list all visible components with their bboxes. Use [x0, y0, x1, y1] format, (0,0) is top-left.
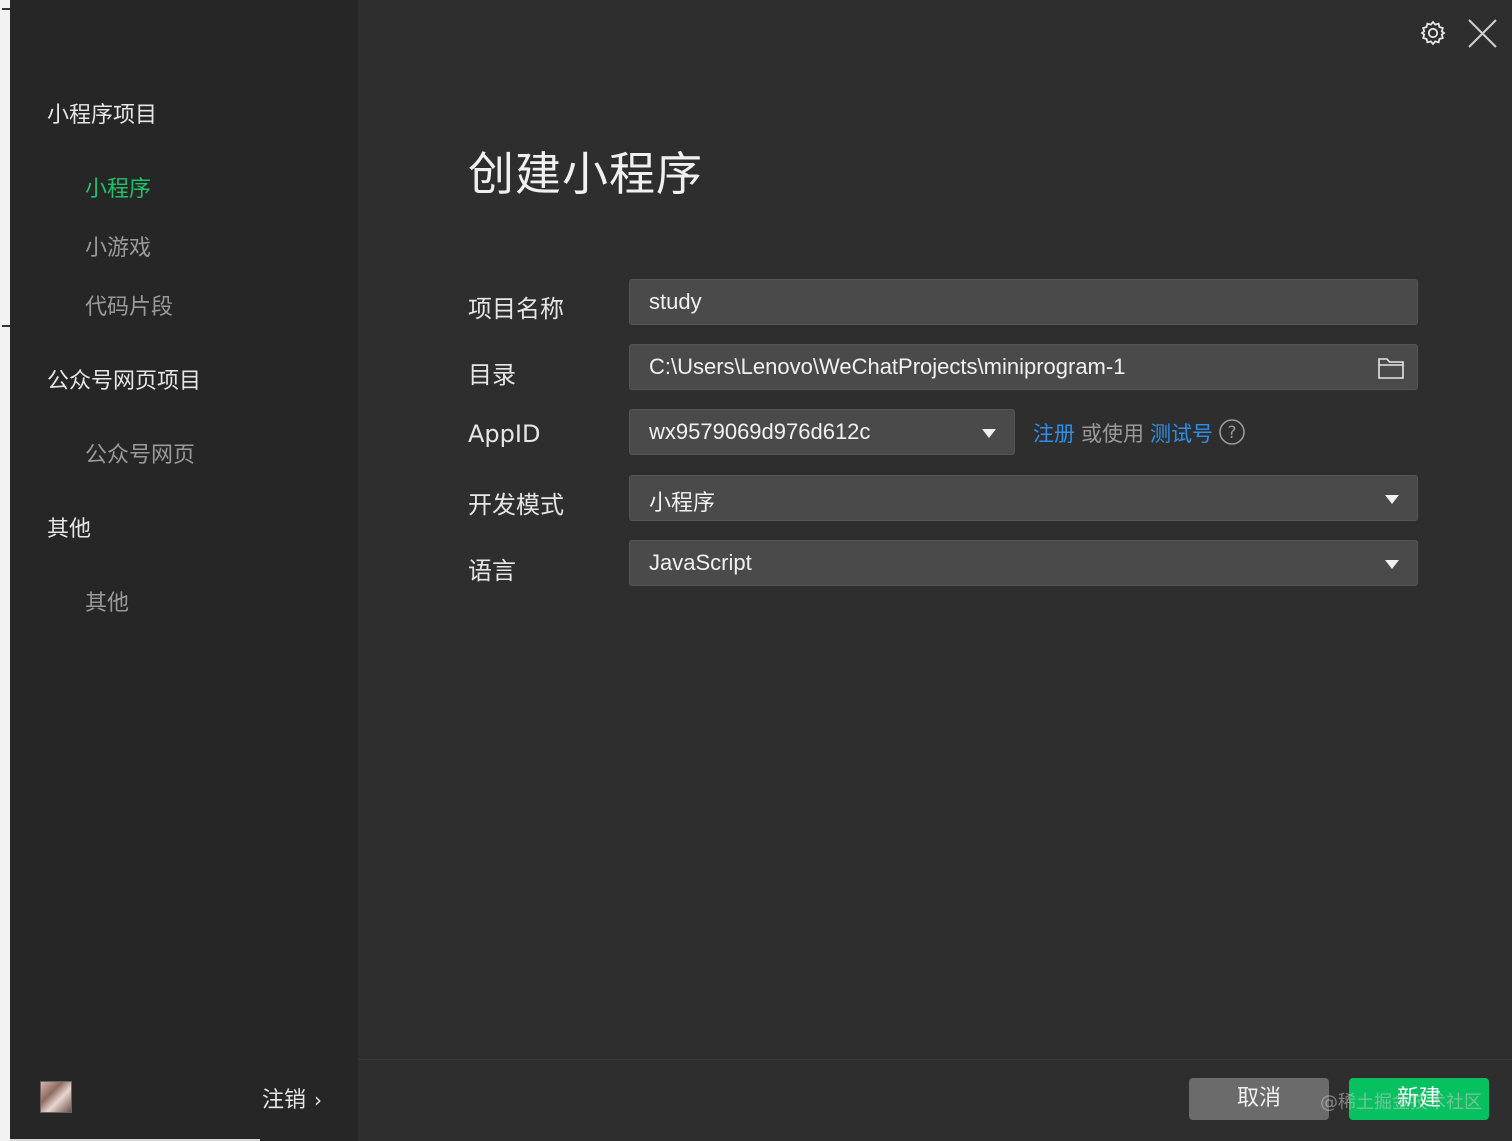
background-window-sliver — [0, 0, 10, 1141]
directory-label: 目录 — [468, 361, 516, 389]
project-name-value: study — [649, 289, 702, 314]
language-label: 语言 — [468, 557, 516, 585]
sidebar: 小程序项目 小程序 小游戏 代码片段 公众号网页项目 公众号网页 其他 其他 注… — [10, 0, 358, 1141]
background-fragment — [2, 8, 10, 10]
sidebar-item-minigame[interactable]: 小游戏 — [85, 230, 151, 262]
logout-button[interactable]: 注销 › — [262, 1082, 322, 1114]
avatar[interactable] — [40, 1081, 72, 1113]
create-miniprogram-dialog: 小程序项目 小程序 小游戏 代码片段 公众号网页项目 公众号网页 其他 其他 注… — [0, 0, 1512, 1141]
register-link[interactable]: 注册 — [1033, 422, 1075, 446]
create-button[interactable]: 新建 — [1349, 1078, 1489, 1120]
dev-mode-value: 小程序 — [649, 491, 716, 516]
sidebar-group-other: 其他 — [47, 517, 92, 542]
logout-label: 注销 — [262, 1088, 307, 1113]
sidebar-item-code-snippet[interactable]: 代码片段 — [85, 289, 173, 321]
appid-label: AppID — [468, 420, 541, 448]
directory-input[interactable]: C:\Users\Lenovo\WeChatProjects\miniprogr… — [629, 344, 1418, 390]
chevron-down-icon — [1385, 495, 1399, 504]
sidebar-group-official-account-web-projects: 公众号网页项目 — [47, 369, 202, 394]
chevron-down-icon — [1385, 560, 1399, 569]
background-fragment — [2, 325, 10, 327]
chevron-right-icon: › — [314, 1088, 323, 1112]
close-icon[interactable] — [1465, 16, 1499, 50]
dev-mode-select[interactable]: 小程序 — [629, 475, 1418, 521]
directory-value: C:\Users\Lenovo\WeChatProjects\miniprogr… — [649, 354, 1126, 379]
gear-icon[interactable] — [1416, 16, 1450, 50]
chevron-down-icon — [982, 429, 996, 438]
sidebar-group-miniprogram-projects: 小程序项目 — [47, 103, 158, 128]
language-value: JavaScript — [649, 550, 752, 575]
folder-icon[interactable] — [1377, 355, 1405, 381]
page-title: 创建小程序 — [468, 147, 703, 201]
appid-value: wx9579069d976d612c — [649, 419, 871, 444]
test-account-link[interactable]: 测试号 — [1150, 422, 1213, 446]
or-use-text: 或使用 — [1081, 422, 1144, 446]
language-select[interactable]: JavaScript — [629, 540, 1418, 586]
appid-links: 注册 或使用 测试号 — [1033, 418, 1213, 448]
cancel-button[interactable]: 取消 — [1189, 1078, 1329, 1120]
project-name-input[interactable]: study — [629, 279, 1418, 325]
help-icon[interactable]: ? — [1218, 418, 1246, 446]
sidebar-item-official-account-web[interactable]: 公众号网页 — [85, 437, 195, 469]
dev-mode-label: 开发模式 — [468, 491, 564, 519]
sidebar-item-miniprogram[interactable]: 小程序 — [85, 171, 151, 203]
svg-text:?: ? — [1227, 423, 1236, 443]
project-name-label: 项目名称 — [468, 295, 564, 323]
appid-select[interactable]: wx9579069d976d612c — [629, 409, 1015, 455]
footer-divider — [358, 1059, 1512, 1060]
sidebar-item-other[interactable]: 其他 — [85, 585, 129, 617]
